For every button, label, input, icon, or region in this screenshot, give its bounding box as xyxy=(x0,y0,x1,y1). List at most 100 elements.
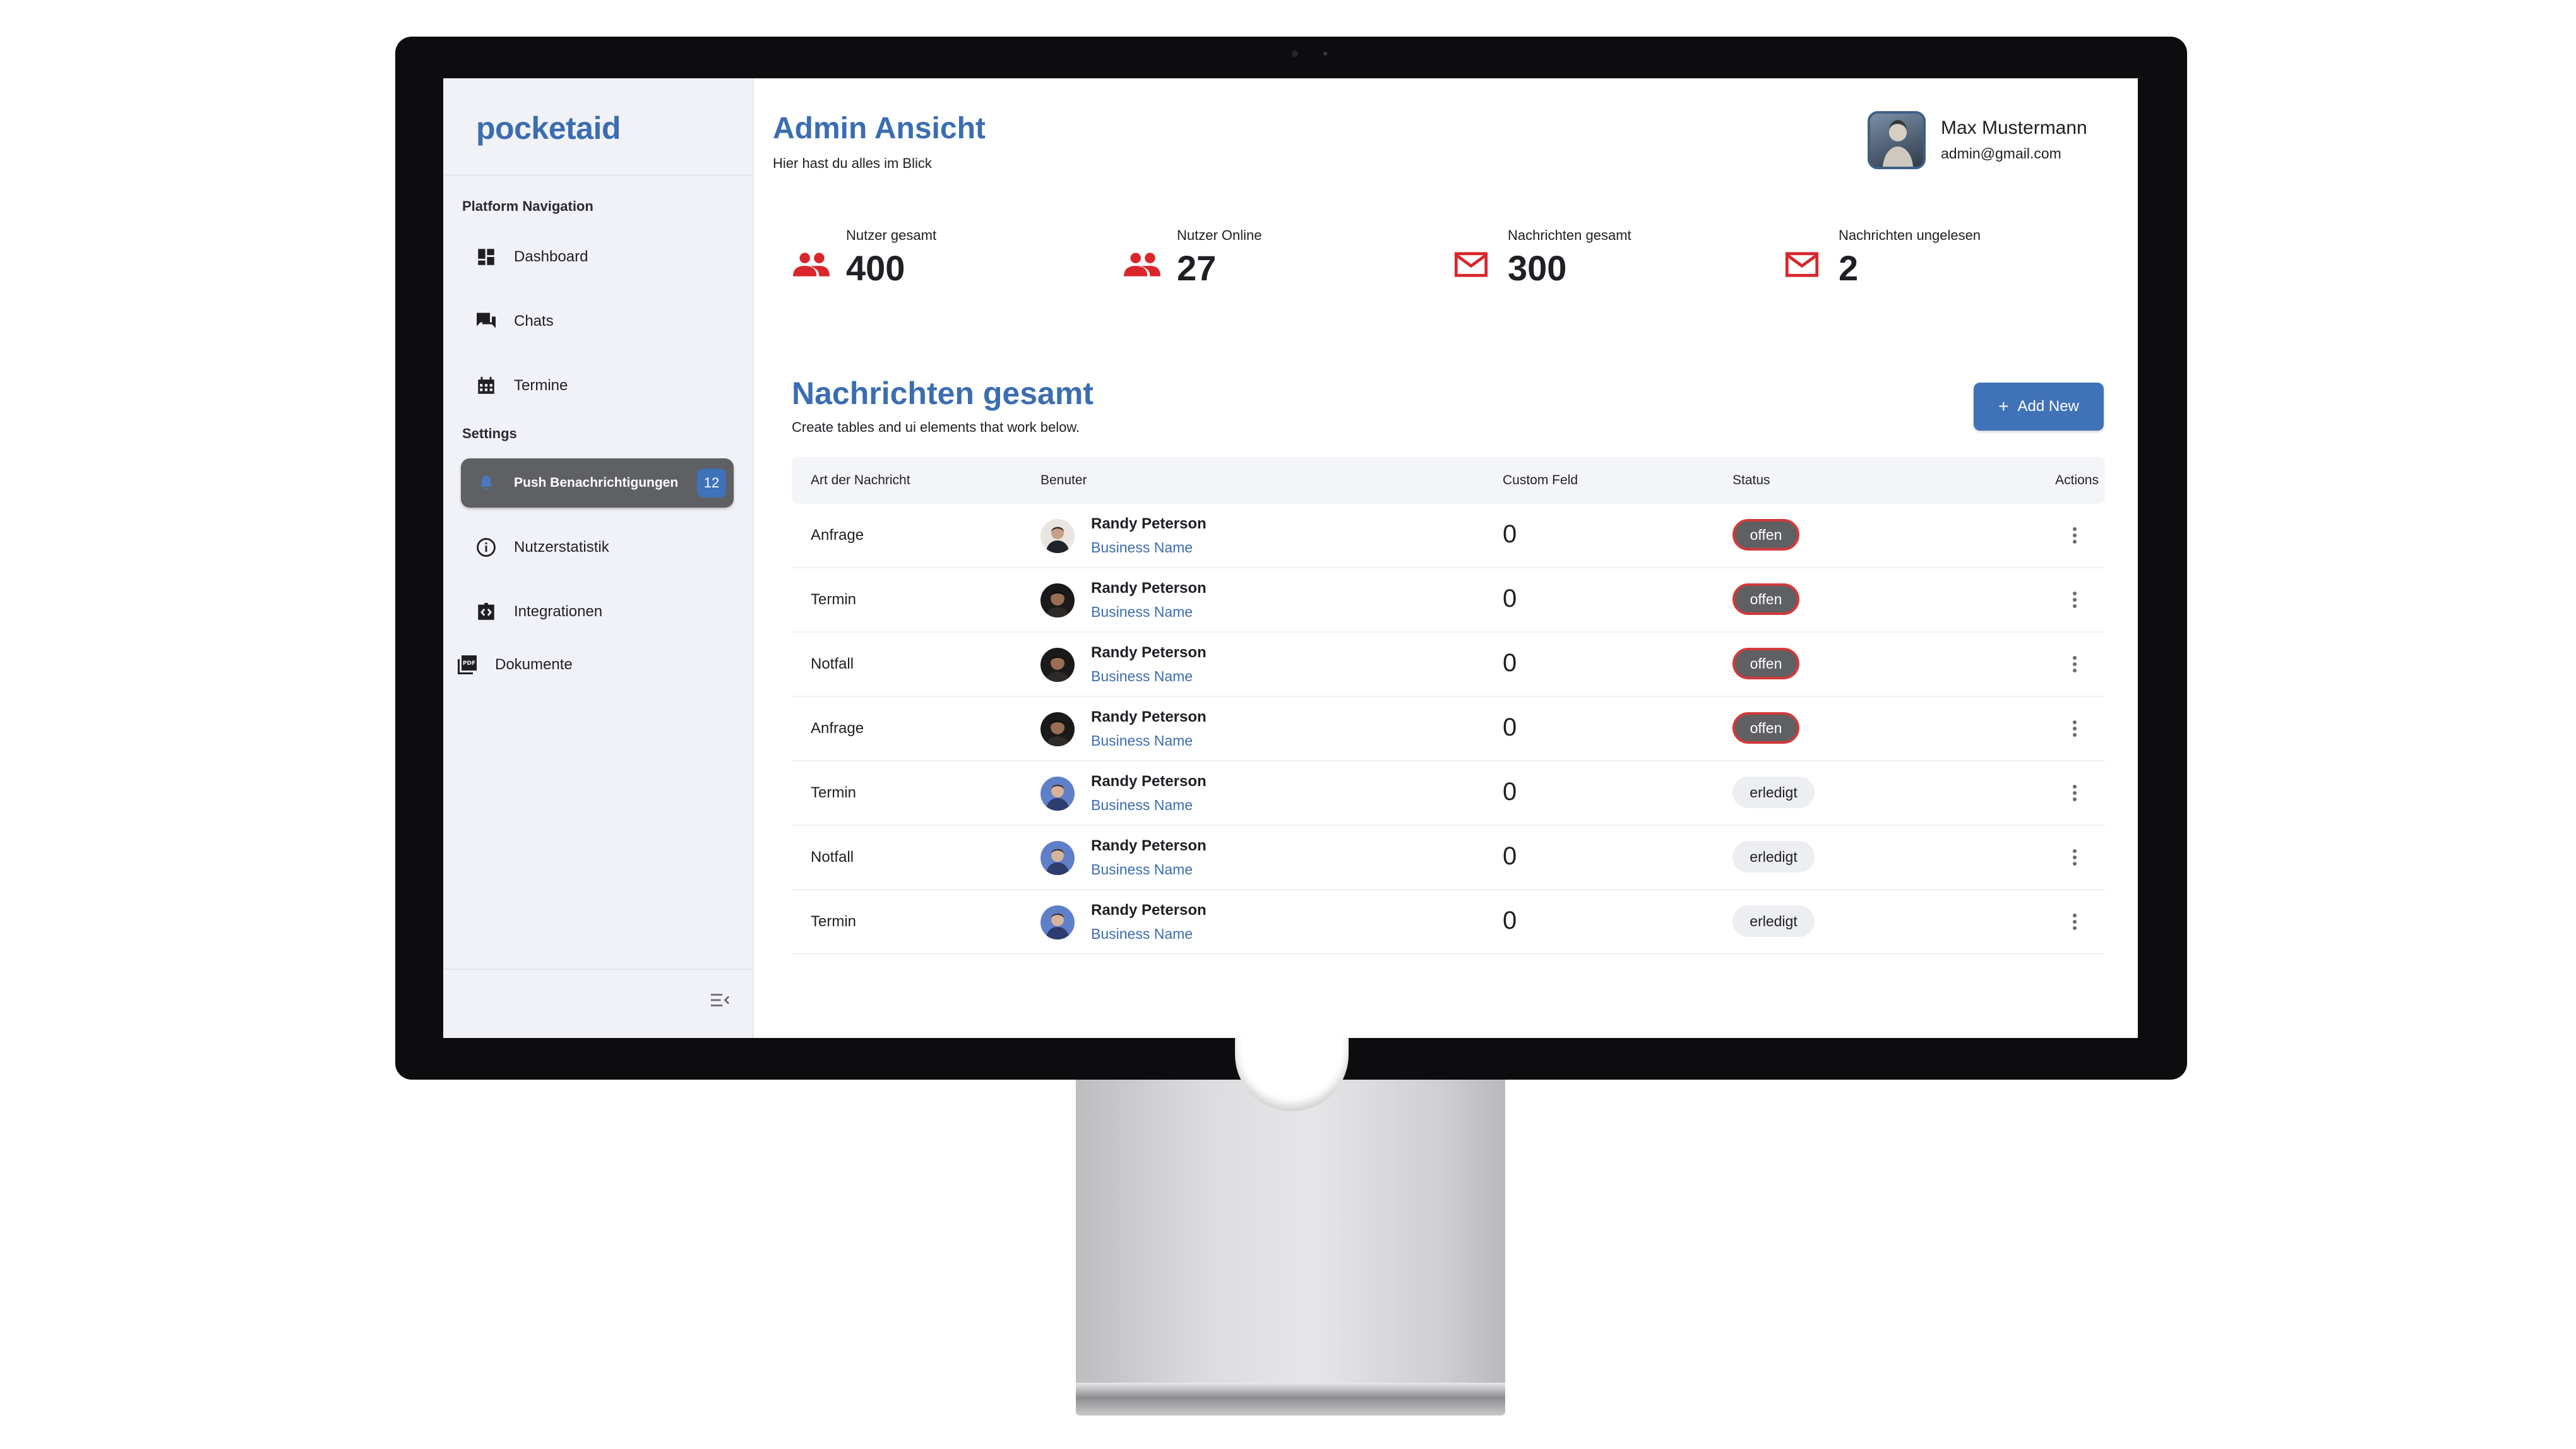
sidebar-item-label: Dashboard xyxy=(514,248,588,265)
table-row[interactable]: Termin Randy Peterson Business Name 0 erledi… xyxy=(792,890,2105,955)
message-type: Termin xyxy=(811,591,857,608)
settings-section-title: Settings xyxy=(462,426,517,441)
row-actions-button[interactable] xyxy=(2068,523,2081,548)
user-name: Randy Peterson xyxy=(1091,580,1207,597)
table-row[interactable]: Termin Randy Peterson Business Name 0 erledi… xyxy=(792,761,2105,826)
status-badge[interactable]: erledigt xyxy=(1732,905,1815,937)
row-actions-button[interactable] xyxy=(2068,780,2081,806)
sidebar-item-dokumente[interactable]: PDF Dokumente xyxy=(443,640,716,689)
column-header-status[interactable]: Status xyxy=(1732,473,1770,488)
more-vertical-icon xyxy=(2073,656,2077,672)
sidebar-item-push-benachrichtigungen[interactable]: Push Benachrichtigungen 12 xyxy=(461,458,734,508)
more-vertical-icon xyxy=(2073,527,2077,544)
column-header-benutzer[interactable]: Benuter xyxy=(1041,473,1087,488)
table-row[interactable]: Anfrage Randy Peterson Business Name 0 offen xyxy=(792,697,2105,761)
table-row[interactable]: Notfall Randy Peterson Business Name 0 offen xyxy=(792,633,2105,697)
avatar xyxy=(1041,777,1075,811)
sidebar-item-termine[interactable]: Termine xyxy=(461,361,734,410)
business-name-link[interactable]: Business Name xyxy=(1091,668,1193,685)
business-name-link[interactable]: Business Name xyxy=(1091,926,1193,943)
custom-field-value: 0 xyxy=(1503,778,1517,806)
row-actions-button[interactable] xyxy=(2068,587,2081,612)
pdf-icon: PDF xyxy=(456,653,479,676)
stat-card-nutzer-online: Nutzer Online 27 xyxy=(1123,227,1438,303)
user-name: Randy Peterson xyxy=(1091,708,1207,725)
monitor-stand xyxy=(1076,1080,1505,1402)
page-title: Admin Ansicht xyxy=(773,112,986,145)
business-name-link[interactable]: Business Name xyxy=(1091,539,1193,556)
stat-card-nachrichten-gesamt: Nachrichten gesamt 300 xyxy=(1453,227,1769,303)
sidebar-item-label: Push Benachrichtigungen xyxy=(514,475,679,490)
business-name-link[interactable]: Business Name xyxy=(1091,797,1193,814)
sidebar-item-label: Integrationen xyxy=(514,603,603,620)
stat-value: 2 xyxy=(1839,248,1859,288)
section-title: Nachrichten gesamt xyxy=(792,376,1094,411)
status-badge[interactable]: erledigt xyxy=(1732,777,1815,808)
stat-card-nutzer-gesamt: Nutzer gesamt 400 xyxy=(792,227,1107,303)
status-badge[interactable]: offen xyxy=(1732,583,1799,615)
business-name-link[interactable]: Business Name xyxy=(1091,604,1193,621)
column-header-art[interactable]: Art der Nachricht xyxy=(811,473,910,488)
screen: pocketaid Platform Navigation Dashboard … xyxy=(443,78,2138,1038)
more-vertical-icon xyxy=(2073,849,2077,866)
status-badge[interactable]: offen xyxy=(1732,648,1799,679)
app-logo[interactable]: pocketaid xyxy=(476,110,621,146)
plus-icon: + xyxy=(1998,397,2009,416)
user-name: Randy Peterson xyxy=(1091,515,1207,532)
business-name-link[interactable]: Business Name xyxy=(1091,861,1193,878)
status-badge[interactable]: erledigt xyxy=(1732,841,1815,873)
column-header-custom-feld[interactable]: Custom Feld xyxy=(1503,473,1578,488)
camera-sensor xyxy=(1323,52,1327,56)
row-actions-button[interactable] xyxy=(2068,909,2081,934)
sidebar-item-dashboard[interactable]: Dashboard xyxy=(461,232,734,282)
custom-field-value: 0 xyxy=(1503,649,1517,677)
avatar[interactable] xyxy=(1868,111,1926,169)
sidebar-item-nutzerstatistik[interactable]: Nutzerstatistik xyxy=(461,523,734,572)
user-email: admin@gmail.com xyxy=(1941,145,2061,162)
message-type: Anfrage xyxy=(811,720,864,737)
stat-value: 400 xyxy=(846,248,905,288)
stat-value: 27 xyxy=(1177,248,1217,288)
code-icon xyxy=(475,600,498,623)
custom-field-value: 0 xyxy=(1503,520,1517,548)
message-type: Termin xyxy=(811,784,857,801)
sidebar: pocketaid Platform Navigation Dashboard … xyxy=(443,78,754,1038)
more-vertical-icon xyxy=(2073,914,2077,930)
status-badge[interactable]: offen xyxy=(1732,712,1799,744)
info-icon xyxy=(475,536,498,559)
chat-icon xyxy=(475,310,498,333)
add-new-label: Add New xyxy=(2017,398,2079,415)
table-row[interactable]: Notfall Randy Peterson Business Name 0 erled… xyxy=(792,826,2105,890)
avatar xyxy=(1041,583,1075,617)
column-header-actions: Actions xyxy=(2055,473,2099,487)
avatar xyxy=(1041,905,1075,939)
page-subtitle: Hier hast du alles im Blick xyxy=(773,155,932,171)
user-name: Randy Peterson xyxy=(1091,902,1207,919)
avatar xyxy=(1041,841,1075,875)
message-type: Notfall xyxy=(811,849,854,866)
notification-count-badge: 12 xyxy=(697,468,726,498)
sidebar-item-integrationen[interactable]: Integrationen xyxy=(461,587,734,636)
table-row[interactable]: Termin Randy Peterson Business Name 0 offen xyxy=(792,568,2105,633)
table-row[interactable]: Anfrage Randy Peterson Business Name 0 offen xyxy=(792,504,2105,568)
row-actions-button[interactable] xyxy=(2068,652,2081,677)
user-name: Randy Peterson xyxy=(1091,773,1207,790)
add-new-button[interactable]: + Add New xyxy=(1974,383,2104,431)
row-actions-button[interactable] xyxy=(2068,845,2081,870)
sidebar-item-chats[interactable]: Chats xyxy=(461,297,734,346)
dashboard-icon xyxy=(475,246,498,268)
collapse-sidebar-button[interactable] xyxy=(707,987,732,1013)
mail-icon xyxy=(1453,250,1493,284)
calendar-icon xyxy=(475,374,498,397)
sidebar-item-label: Termine xyxy=(514,377,568,394)
svg-text:PDF: PDF xyxy=(463,660,475,667)
users-icon xyxy=(792,250,831,284)
camera-dot xyxy=(1292,51,1298,57)
mail-icon xyxy=(1784,250,1823,284)
status-badge[interactable]: offen xyxy=(1732,519,1799,551)
row-actions-button[interactable] xyxy=(2068,716,2081,741)
custom-field-value: 0 xyxy=(1503,907,1517,934)
section-subtitle: Create tables and ui elements that work … xyxy=(792,419,1080,435)
message-type: Anfrage xyxy=(811,527,864,544)
business-name-link[interactable]: Business Name xyxy=(1091,732,1193,749)
